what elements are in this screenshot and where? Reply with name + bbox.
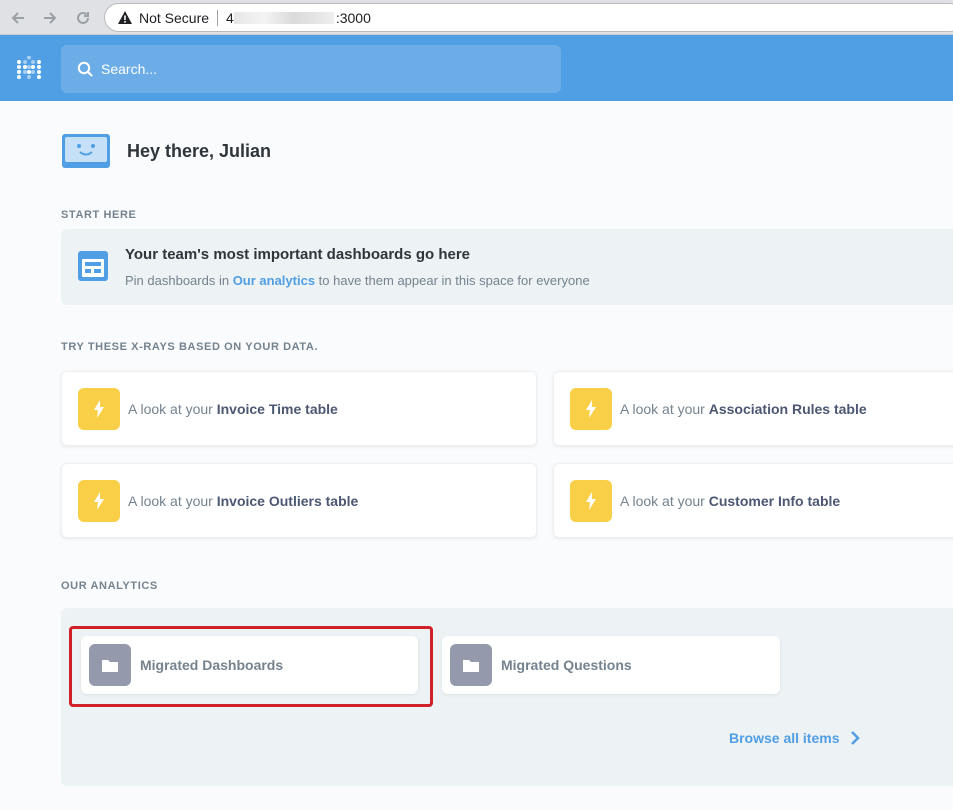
browse-all-label: Browse all items (729, 730, 840, 746)
xray-card[interactable]: A look at your Invoice Time table (61, 371, 537, 446)
bolt-icon-box (570, 387, 612, 430)
app-header: Search... (0, 35, 953, 101)
browse-all-items-link[interactable]: Browse all items (729, 730, 860, 746)
xrays-heading: TRY THESE X-RAYS BASED ON YOUR DATA. (61, 341, 319, 353)
folder-icon-box (450, 644, 492, 686)
arrow-left-icon (11, 12, 24, 24)
xray-prefix: A look at your (620, 400, 709, 417)
xray-prefix: A look at your (128, 492, 217, 509)
bolt-icon-box (78, 479, 120, 522)
arrow-right-icon (44, 12, 57, 24)
metabase-logo-icon[interactable] (16, 56, 42, 82)
collection-card-migrated-questions[interactable]: Migrated Questions (442, 636, 780, 694)
warning-icon (118, 10, 132, 24)
folder-icon (463, 659, 479, 672)
xray-table-name: Customer Info table (708, 492, 841, 509)
xray-card[interactable]: A look at your Invoice Outliers table (61, 463, 537, 538)
xray-card-label: A look at your Customer Info table (620, 493, 840, 509)
xray-prefix: A look at your (128, 400, 217, 417)
pin-sub-prefix: Pin dashboards in (125, 273, 233, 288)
xray-prefix: A look at your (620, 492, 709, 509)
xray-table-name: Invoice Time table (216, 400, 338, 417)
url-prefix: 4 (226, 9, 234, 26)
pin-banner-title: Your team's most important dashboards go… (125, 246, 471, 263)
reload-button[interactable] (72, 7, 94, 29)
collection-name: Migrated Questions (501, 657, 632, 673)
forward-button[interactable] (39, 7, 61, 29)
security-label: Not Secure (139, 9, 210, 26)
browser-toolbar: Not Secure 4 :3000 (0, 0, 953, 35)
highlight-box (69, 626, 433, 707)
xray-card-label: A look at your Invoice Outliers table (128, 493, 358, 509)
chevron-right-icon (850, 731, 860, 745)
reload-icon (77, 11, 89, 24)
bolt-icon-box (570, 479, 612, 522)
search-input[interactable]: Search... (101, 61, 157, 77)
bolt-icon (586, 399, 596, 418)
xray-card[interactable]: A look at your Association Rules table (553, 371, 953, 446)
back-button[interactable] (7, 7, 29, 29)
smiling-computer-icon (62, 134, 110, 168)
our-analytics-heading: OUR ANALYTICS (61, 580, 158, 592)
xray-card-label: A look at your Invoice Time table (128, 401, 338, 417)
bolt-icon-box (78, 387, 120, 430)
xray-table-name: Association Rules table (708, 400, 867, 417)
url-suffix: :3000 (335, 9, 371, 26)
dashboard-icon (78, 251, 108, 281)
bolt-icon (94, 399, 104, 418)
pin-sub-suffix: to have them appear in this space for ev… (315, 273, 590, 288)
start-here-heading: START HERE (61, 209, 137, 221)
greeting-text: Hey there, Julian (127, 140, 272, 161)
bolt-icon (586, 491, 596, 510)
address-bar[interactable]: Not Secure 4 :3000 (104, 3, 953, 32)
search-icon (77, 61, 93, 77)
greeting: Hey there, Julian (61, 133, 271, 169)
address-separator (217, 9, 219, 26)
xray-card-label: A look at your Association Rules table (620, 401, 867, 417)
bolt-icon (94, 491, 104, 510)
xray-card[interactable]: A look at your Customer Info table (553, 463, 953, 538)
our-analytics-link[interactable]: Our analytics (233, 273, 315, 288)
pin-banner-subtitle: Pin dashboards in Our analytics to have … (125, 273, 590, 288)
xray-table-name: Invoice Outliers table (216, 492, 359, 509)
url-redacted (233, 11, 334, 24)
pin-dashboards-banner: Your team's most important dashboards go… (61, 229, 953, 305)
search-bar[interactable]: Search... (61, 45, 561, 93)
